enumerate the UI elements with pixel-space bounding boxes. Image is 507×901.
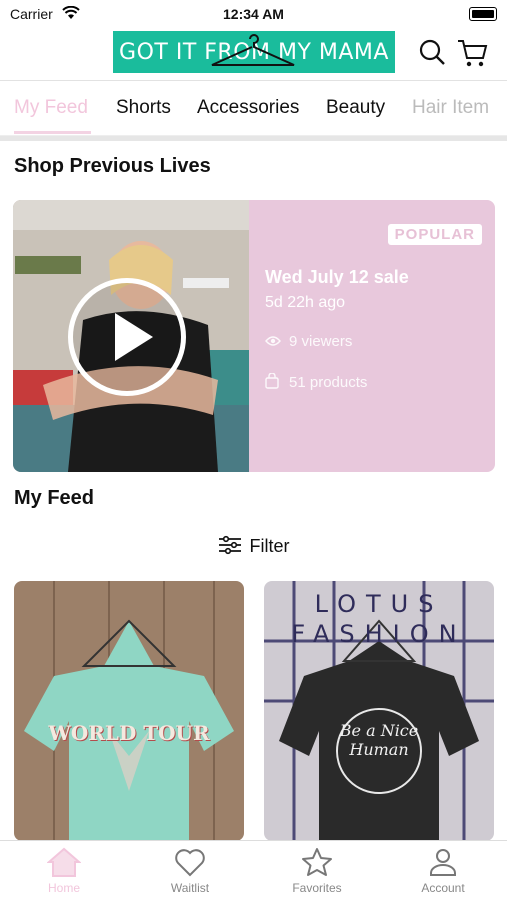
eye-icon [265,336,281,346]
divider [0,136,507,141]
status-bar: Carrier 12:34 AM [0,0,507,28]
clock: 12:34 AM [223,6,284,22]
viewers-row: 9 viewers [265,333,352,350]
heart-icon [175,849,205,877]
category-tabs: My Feed Shorts Accessories Beauty Hair I… [0,80,507,136]
product-card[interactable]: LOTUS FASHION Be a Nice Human [264,581,494,841]
play-button[interactable] [68,278,186,396]
filter-label: Filter [249,536,290,556]
previous-live-card[interactable]: POPULAR Wed July 12 sale 5d 22h ago 9 vi… [13,200,495,472]
tab-account[interactable]: Account [393,847,493,895]
tab-hair-items[interactable]: Hair Item [412,97,489,119]
tab-waitlist-label: Waitlist [170,881,210,895]
hanger-icon [211,34,295,66]
sale-title: Wed July 12 sale [265,267,409,287]
home-icon [47,847,81,877]
section-title-my-feed: My Feed [14,487,95,509]
app-header: GOT IT FROM MY MAMA [0,28,507,80]
star-icon [302,848,332,876]
bottom-tab-bar: Home Waitlist Favorites Account [0,840,507,901]
tab-waitlist[interactable]: Waitlist [140,847,240,895]
tab-shorts[interactable]: Shorts [116,97,171,119]
tab-account-label: Account [421,881,465,895]
popular-badge: POPULAR [387,224,482,245]
filter-icon [218,535,241,555]
tab-favorites[interactable]: Favorites [267,847,367,895]
tab-home[interactable]: Home [14,847,114,895]
active-tab-indicator [14,131,91,134]
live-video-thumbnail[interactable] [13,200,249,472]
tab-favorites-label: Favorites [292,881,342,895]
product-image [14,581,244,841]
search-icon[interactable] [418,38,446,71]
products-count: 51 products [289,374,368,391]
product-graphic-text: Be a Nice Human [339,721,419,759]
sale-time-ago: 5d 22h ago [265,294,346,311]
background-sign-text: LOTUS FASHION [291,590,467,648]
section-title-previous-lives: Shop Previous Lives [14,155,211,177]
filter-button[interactable]: Filter [0,535,507,557]
tab-my-feed[interactable]: My Feed [14,97,88,119]
battery-icon [469,7,497,21]
tab-accessories[interactable]: Accessories [197,97,299,119]
person-icon [430,849,456,876]
bag-icon [265,372,279,389]
tab-home-label: Home [47,881,80,895]
tab-beauty[interactable]: Beauty [326,97,385,119]
product-card[interactable]: WORLD TOUR [14,581,244,841]
cart-icon[interactable] [457,38,489,73]
products-row: 51 products [265,372,368,391]
viewers-count: 9 viewers [289,333,353,350]
product-graphic-text: WORLD TOUR [48,721,210,745]
brand-logo[interactable]: GOT IT FROM MY MAMA [113,31,395,73]
